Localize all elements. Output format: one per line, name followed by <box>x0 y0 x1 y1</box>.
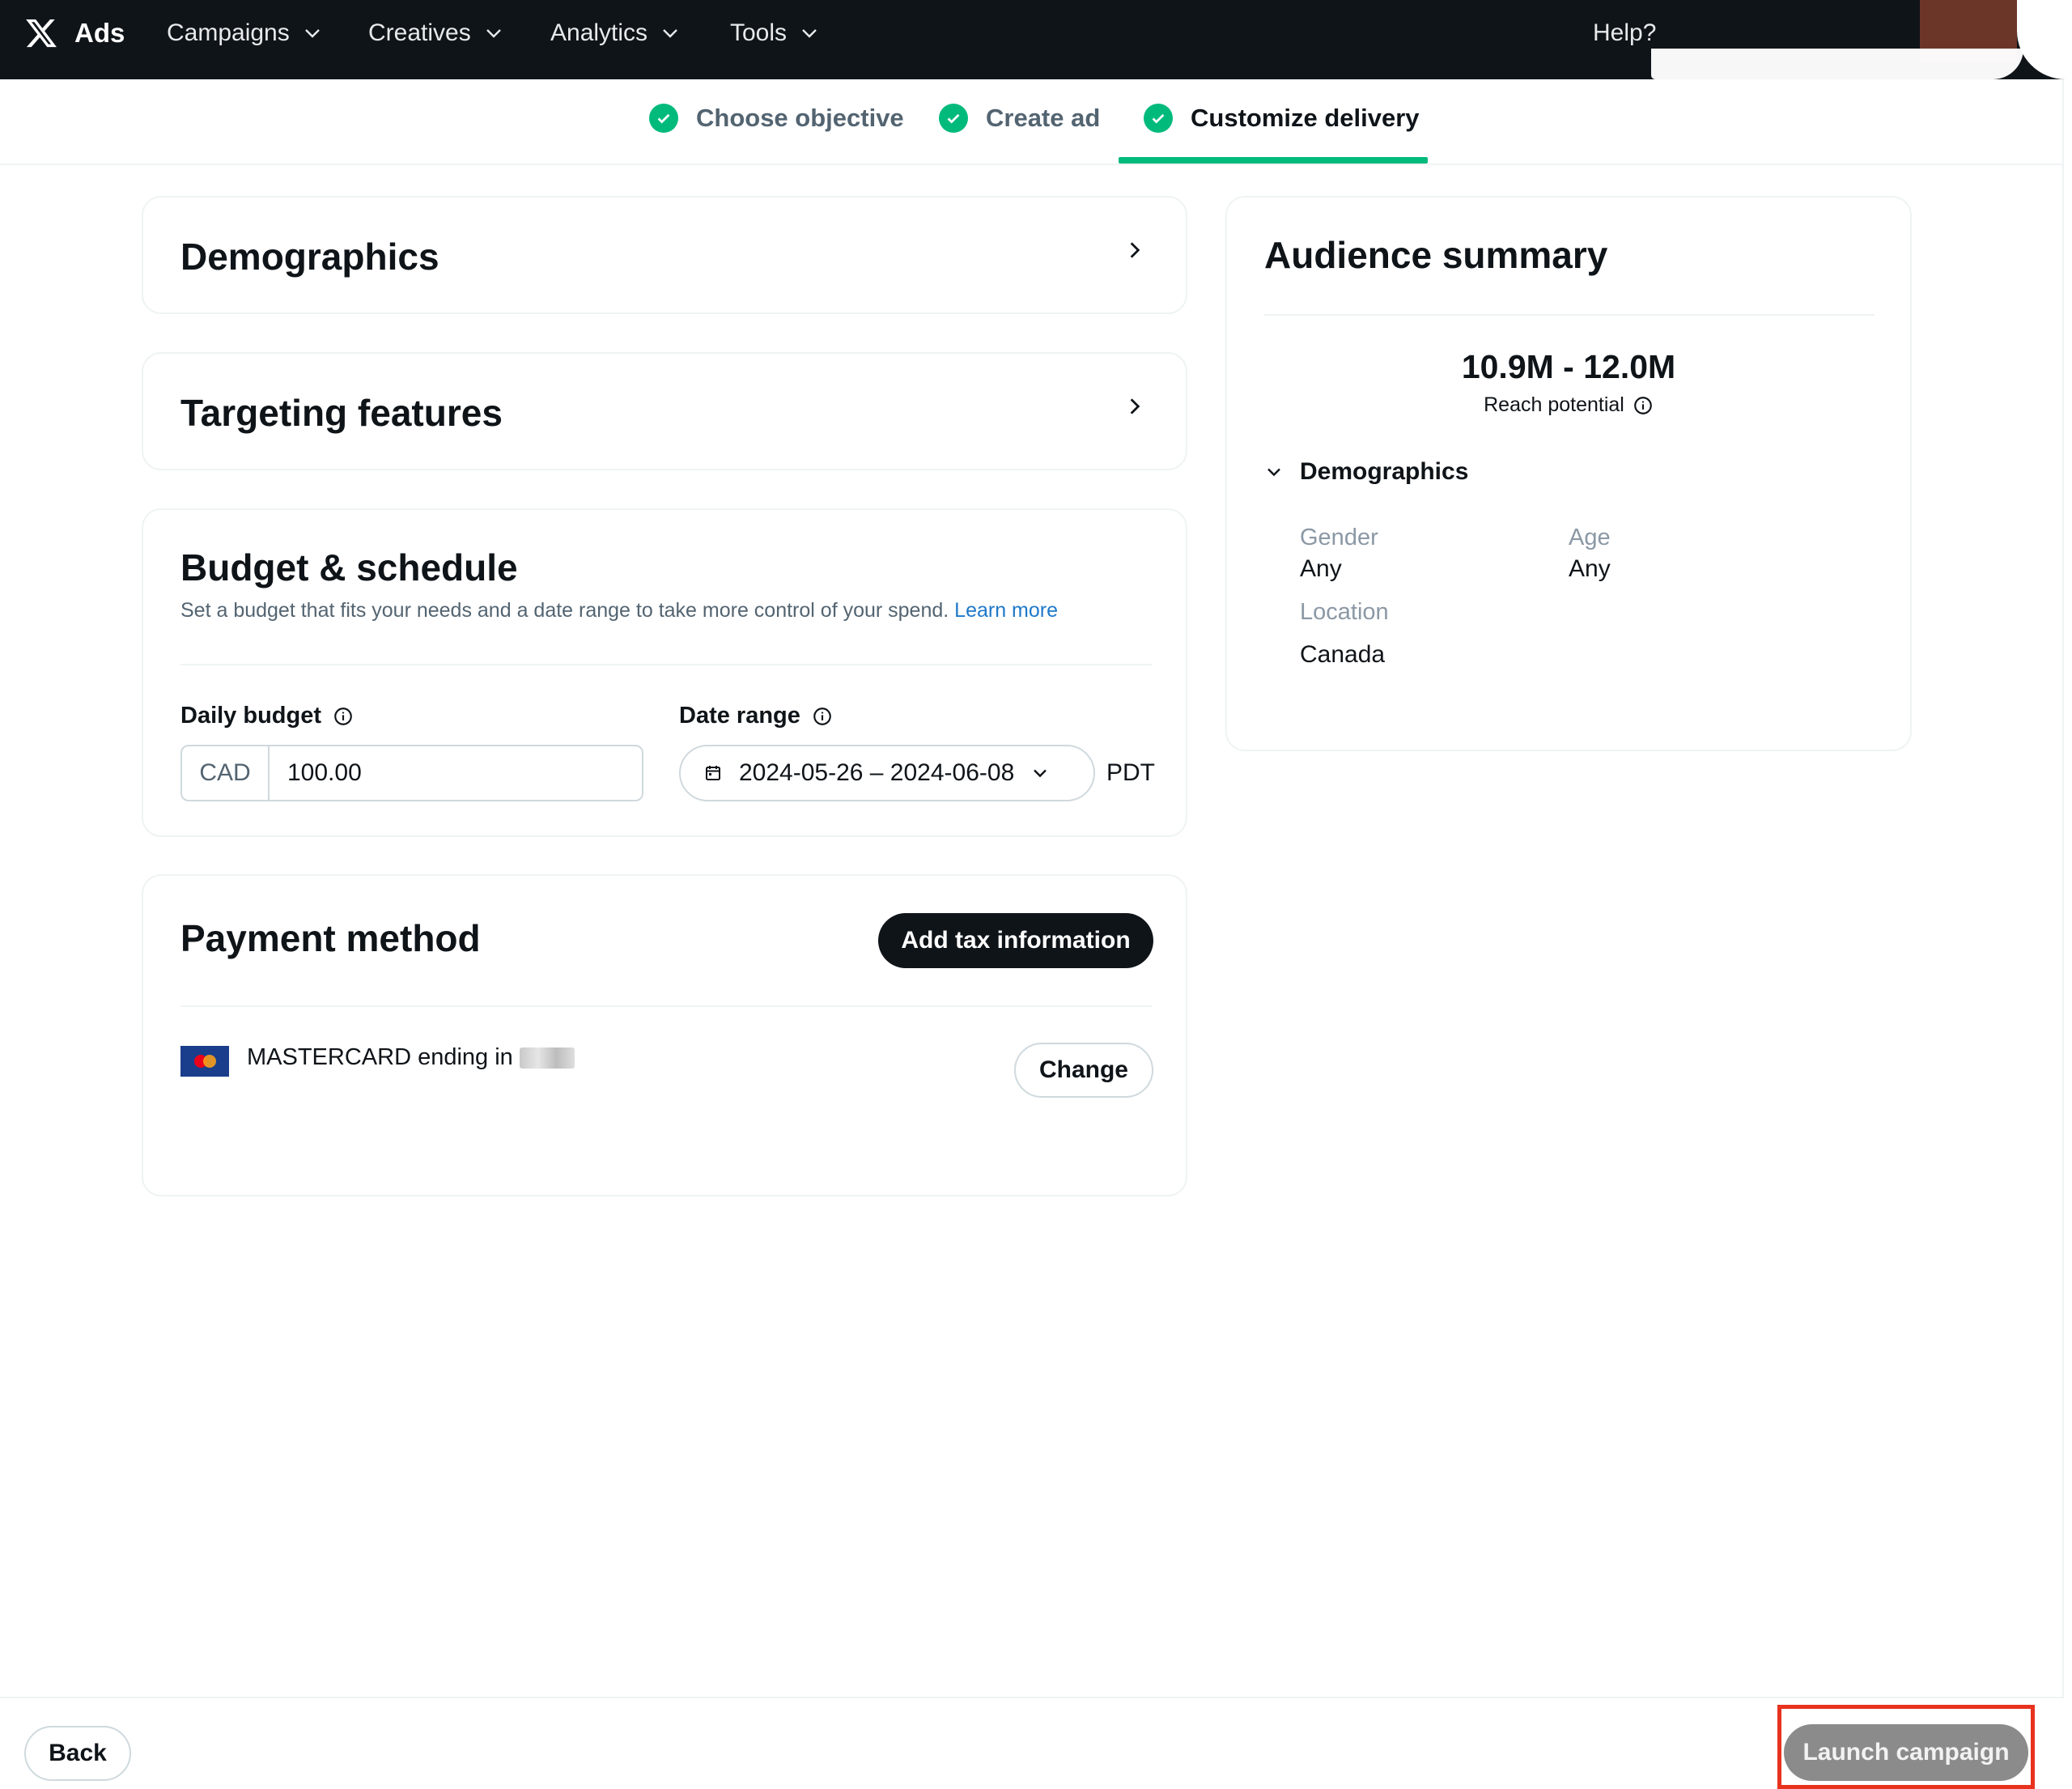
change-payment-button[interactable]: Change <box>1014 1043 1153 1098</box>
help-link[interactable]: Help? <box>1593 19 1656 47</box>
budget-schedule-card: Budget & schedule Set a budget that fits… <box>142 508 1187 837</box>
budget-amount[interactable]: 100.00 <box>270 759 362 787</box>
page-edge <box>2062 79 2064 1698</box>
redaction-overlay <box>1651 49 2023 79</box>
card-description: MASTERCARD ending in <box>247 1044 575 1071</box>
age-value: Any <box>1569 555 1611 582</box>
budget-description: Set a budget that fits your needs and a … <box>180 599 1058 623</box>
nav-analytics-label: Analytics <box>550 19 648 46</box>
footer-bar <box>0 1697 2062 1789</box>
location-label: Location <box>1300 599 1389 625</box>
payment-method-card: Payment method Add tax information MASTE… <box>142 874 1187 1196</box>
step-label: Choose objective <box>696 104 904 132</box>
nav-creatives[interactable]: Creatives <box>368 19 503 47</box>
currency-code: CAD <box>182 746 270 800</box>
learn-more-link[interactable]: Learn more <box>954 599 1058 622</box>
reach-potential-label: Reach potential <box>1227 393 1910 417</box>
step-create-ad[interactable]: Create ad <box>939 104 1100 133</box>
chevron-down-icon <box>663 29 677 38</box>
chevron-down-icon <box>1034 769 1047 778</box>
chevron-down-icon <box>1267 468 1280 477</box>
chevron-down-icon <box>304 29 320 38</box>
daily-budget-label: Daily budget <box>180 703 354 729</box>
gender-label: Gender <box>1300 525 1378 550</box>
daily-budget-label-text: Daily budget <box>180 703 322 729</box>
date-range-value: 2024-05-26 – 2024-06-08 <box>739 759 1015 786</box>
info-icon[interactable] <box>1633 395 1654 416</box>
date-range-label-text: Date range <box>679 703 800 729</box>
calendar-icon <box>706 766 720 780</box>
progress-steps: Choose objective Create ad Customize del… <box>0 79 2062 165</box>
divider <box>1264 314 1875 316</box>
check-circle-icon <box>649 104 678 133</box>
step-customize-delivery[interactable]: Customize delivery <box>1144 104 1420 133</box>
demographics-title: Demographics <box>180 236 439 278</box>
check-circle-icon <box>1144 104 1173 133</box>
x-logo-icon <box>26 19 57 48</box>
active-step-indicator <box>1119 157 1428 164</box>
demographics-summary-label: Demographics <box>1300 458 1469 485</box>
info-icon[interactable] <box>812 706 833 727</box>
chevron-down-icon <box>802 29 817 38</box>
demographics-card[interactable]: Demographics <box>142 196 1187 314</box>
step-label: Customize delivery <box>1191 104 1420 132</box>
demographics-summary-toggle[interactable]: Demographics <box>1264 458 1468 486</box>
chevron-right-icon <box>1130 398 1140 414</box>
divider <box>180 664 1152 665</box>
check-circle-icon <box>939 104 968 133</box>
brand-logo[interactable]: Ads <box>24 16 125 50</box>
budget-description-text: Set a budget that fits your needs and a … <box>180 599 949 622</box>
divider <box>180 1005 1152 1007</box>
back-button[interactable]: Back <box>24 1726 131 1781</box>
location-value: Canada <box>1300 641 1386 668</box>
audience-summary-title: Audience summary <box>1264 234 1608 276</box>
nav-campaigns[interactable]: Campaigns <box>167 19 322 47</box>
reach-estimate: 10.9M - 12.0M <box>1461 348 1676 385</box>
targeting-features-card[interactable]: Targeting features <box>142 352 1187 470</box>
info-icon[interactable] <box>333 706 354 727</box>
targeting-features-title: Targeting features <box>180 392 503 434</box>
step-label: Create ad <box>986 104 1101 132</box>
nav-tools[interactable]: Tools <box>730 19 819 47</box>
budget-title: Budget & schedule <box>180 546 518 589</box>
chevron-right-icon <box>1130 242 1140 258</box>
daily-budget-input[interactable]: CAD 100.00 <box>180 745 643 801</box>
step-choose-objective[interactable]: Choose objective <box>649 104 904 133</box>
redacted-card-number <box>519 1047 575 1069</box>
nav-tools-label: Tools <box>730 19 788 46</box>
age-label: Age <box>1569 525 1611 550</box>
card-text: MASTERCARD ending in <box>247 1044 513 1070</box>
mastercard-logo-icon <box>180 1046 229 1077</box>
audience-summary-card: Audience summary 10.9M - 12.0M Reach pot… <box>1225 196 1912 751</box>
timezone-label: PDT <box>1106 759 1155 786</box>
gender-value: Any <box>1300 555 1342 582</box>
date-range-label: Date range <box>679 703 833 729</box>
brand-name: Ads <box>74 18 125 48</box>
reach-potential-text: Reach potential <box>1484 393 1624 416</box>
chevron-down-icon <box>486 29 501 38</box>
payment-title: Payment method <box>180 917 481 959</box>
nav-analytics[interactable]: Analytics <box>550 19 680 47</box>
nav-campaigns-label: Campaigns <box>167 19 290 46</box>
nav-creatives-label: Creatives <box>368 19 471 46</box>
date-range-picker[interactable]: 2024-05-26 – 2024-06-08 <box>679 745 1095 801</box>
add-tax-information-button[interactable]: Add tax information <box>878 913 1153 968</box>
highlight-box <box>1777 1705 2035 1789</box>
